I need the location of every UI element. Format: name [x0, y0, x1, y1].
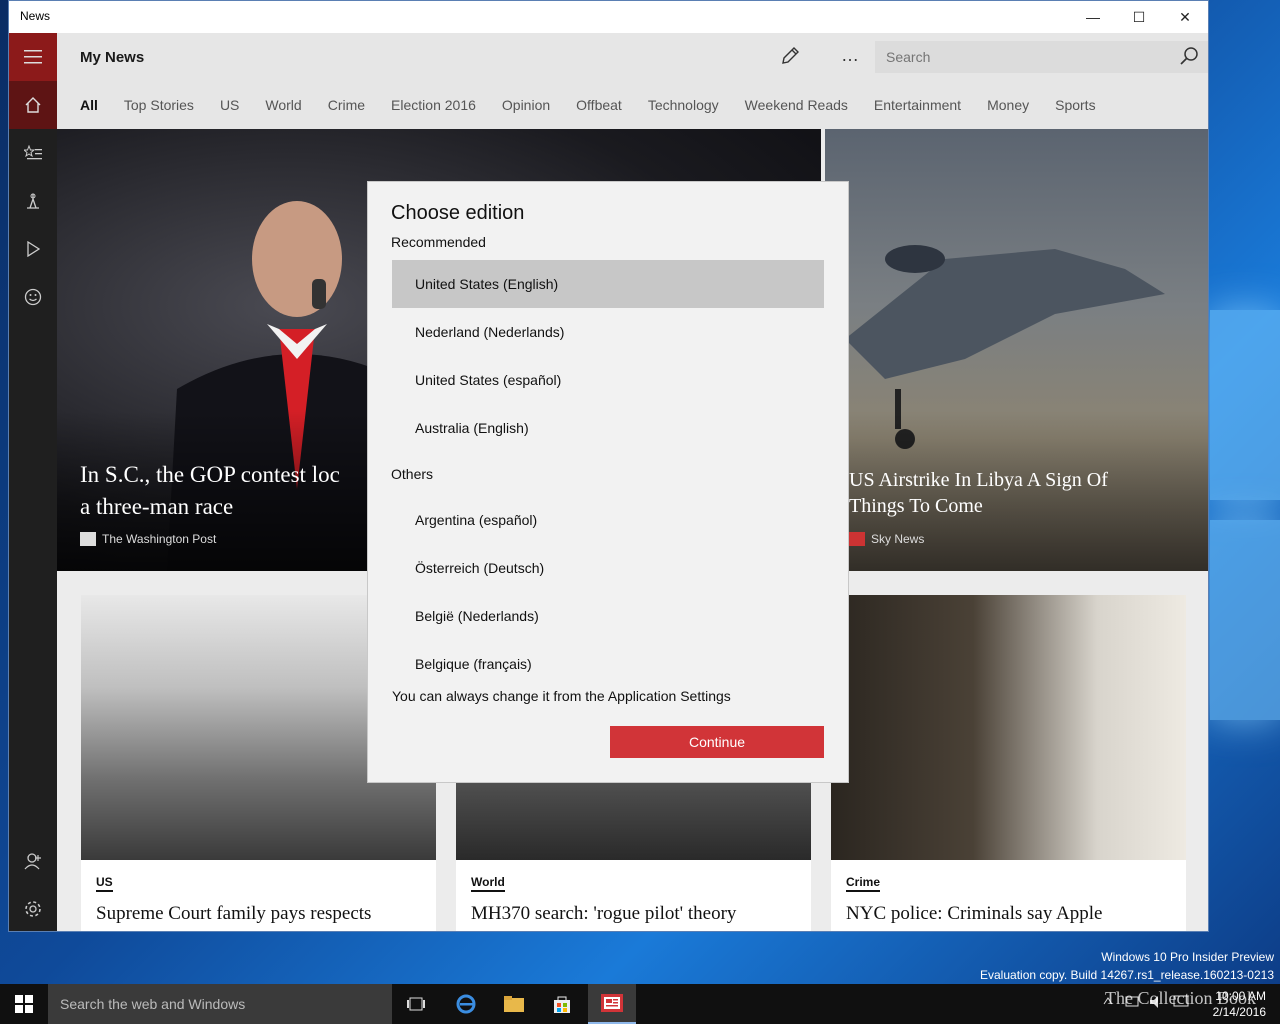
hero-article-right[interactable]: US Airstrike In Libya A Sign Of Things T… — [825, 129, 1208, 571]
taskbar: Search the web and Windows 10:00 AM 2/14… — [0, 984, 1280, 1024]
edition-option-belgique[interactable]: Belgique (français) — [392, 640, 824, 680]
minimize-button[interactable]: — — [1070, 1, 1116, 33]
card-photo-evidence — [831, 595, 1186, 860]
category-tabs: All Top Stories US World Crime Election … — [80, 97, 1122, 113]
tab-weekend-reads[interactable]: Weekend Reads — [745, 97, 848, 113]
card-headline: MH370 search: 'rogue pilot' theory — [471, 903, 737, 924]
tab-crime[interactable]: Crime — [328, 97, 365, 113]
recommended-heading: Recommended — [391, 234, 486, 250]
store-icon[interactable] — [538, 984, 586, 1024]
pencil-icon[interactable] — [779, 45, 801, 72]
card-headline: NYC police: Criminals say Apple — [846, 903, 1103, 924]
hero-left-source: The Washington Post — [80, 532, 216, 546]
tab-election-2016[interactable]: Election 2016 — [391, 97, 476, 113]
page-title: My News — [80, 49, 145, 66]
account-icon[interactable] — [9, 837, 57, 885]
settings-gear-icon[interactable] — [9, 885, 57, 931]
hero-left-title-line2: a three-man race — [80, 494, 234, 519]
search-box — [875, 41, 1208, 73]
tab-entertainment[interactable]: Entertainment — [874, 97, 961, 113]
search-input[interactable] — [875, 41, 1165, 73]
card-category[interactable]: World — [471, 875, 505, 892]
edition-option-united-states-english[interactable]: United States (English) — [392, 260, 824, 308]
tab-opinion[interactable]: Opinion — [502, 97, 550, 113]
tab-world[interactable]: World — [265, 97, 301, 113]
tab-us[interactable]: US — [220, 97, 239, 113]
hero-left-title-line1: In S.C., the GOP contest loc — [80, 462, 340, 487]
tab-technology[interactable]: Technology — [648, 97, 719, 113]
washington-post-logo-icon — [80, 532, 96, 546]
home-icon[interactable] — [9, 81, 57, 129]
settings-note: You can always change it from the Applic… — [392, 688, 731, 704]
edition-option-osterreich[interactable]: Österreich (Deutsch) — [392, 544, 824, 592]
local-icon[interactable] — [9, 177, 57, 225]
edge-browser-icon[interactable] — [442, 984, 490, 1024]
watermark-edition: Windows 10 Pro Insider Preview — [1101, 950, 1274, 964]
smiley-icon[interactable] — [9, 273, 57, 321]
news-app-taskbar-icon[interactable] — [588, 984, 636, 1024]
hero-right-title-line2: Things To Come — [849, 495, 983, 517]
task-view-icon[interactable] — [392, 984, 440, 1024]
hero-right-title-line1: US Airstrike In Libya A Sign Of — [849, 469, 1108, 491]
card-headline: Supreme Court family pays respects — [96, 903, 372, 924]
hero-right-source: Sky News — [849, 532, 924, 546]
article-card-crime[interactable]: Crime NYC police: Criminals say Apple — [831, 595, 1186, 931]
taskbar-search-box[interactable]: Search the web and Windows — [48, 984, 392, 1024]
close-button[interactable]: ✕ — [1162, 1, 1208, 33]
tab-sports[interactable]: Sports — [1055, 97, 1095, 113]
windows-start-icon — [15, 995, 33, 1013]
edition-option-united-states-espanol[interactable]: United States (español) — [392, 356, 824, 404]
edition-option-argentina[interactable]: Argentina (español) — [392, 496, 824, 544]
brand-watermark: The Collection Book — [1105, 988, 1256, 1008]
maximize-button[interactable]: ☐ — [1116, 1, 1162, 33]
hamburger-menu-icon[interactable] — [9, 33, 57, 81]
sky-news-logo-icon — [849, 532, 865, 546]
tab-money[interactable]: Money — [987, 97, 1029, 113]
navigation-rail — [9, 33, 57, 931]
card-category[interactable]: Crime — [846, 875, 881, 892]
video-play-icon[interactable] — [9, 225, 57, 273]
more-options-icon[interactable]: … — [841, 45, 860, 66]
edition-option-belgie[interactable]: België (Nederlands) — [392, 592, 824, 640]
search-icon[interactable] — [1179, 46, 1199, 71]
tab-all[interactable]: All — [80, 97, 98, 113]
tab-offbeat[interactable]: Offbeat — [576, 97, 622, 113]
title-bar: News — ☐ ✕ — [9, 1, 1208, 33]
edition-option-australia[interactable]: Australia (English) — [392, 404, 824, 452]
file-explorer-icon[interactable] — [490, 984, 538, 1024]
continue-button[interactable]: Continue — [610, 726, 824, 758]
card-category[interactable]: US — [96, 875, 113, 892]
start-button[interactable] — [0, 984, 48, 1024]
others-heading: Others — [391, 466, 434, 482]
dialog-title: Choose edition — [391, 202, 525, 224]
choose-edition-dialog: Choose edition Recommended United States… — [368, 182, 848, 782]
edition-option-nederland[interactable]: Nederland (Nederlands) — [392, 308, 824, 356]
interests-icon[interactable] — [9, 129, 57, 177]
watermark-build: Evaluation copy. Build 14267.rs1_release… — [980, 968, 1274, 982]
window-title: News — [20, 9, 51, 23]
tab-top-stories[interactable]: Top Stories — [124, 97, 194, 113]
app-header: My News … All Top Stories US World Crime… — [57, 33, 1208, 129]
windows-logo-wallpaper — [1210, 200, 1280, 720]
